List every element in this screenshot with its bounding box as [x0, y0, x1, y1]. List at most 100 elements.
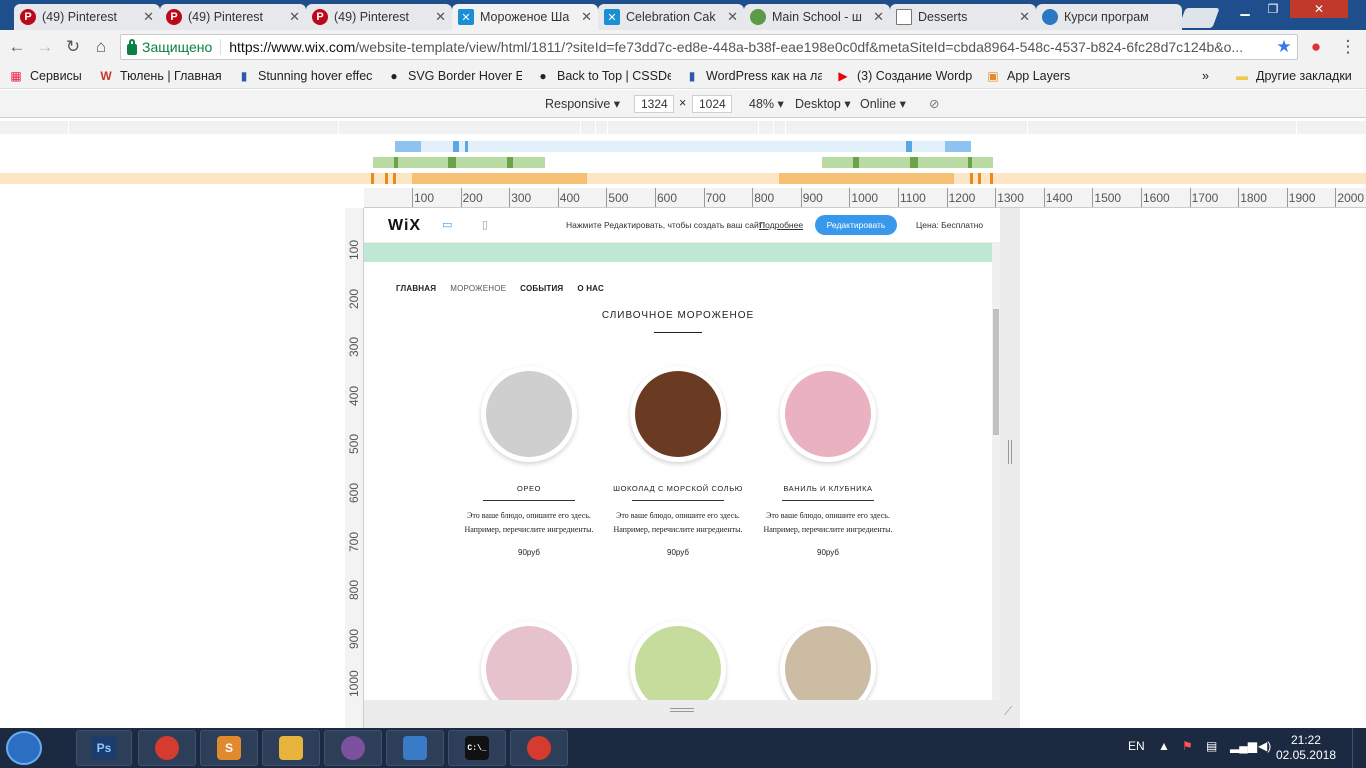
show-hidden-icons-icon[interactable]: ▲	[1158, 739, 1170, 753]
start-button[interactable]	[6, 731, 42, 765]
tab[interactable]: Main School - ш ✕	[744, 4, 890, 30]
back-arrow-icon[interactable]: ←	[6, 36, 28, 58]
reload-icon[interactable]: ↻	[62, 36, 84, 58]
site-nav: ГЛАВНАЯ МОРОЖЕНОЕ СОБЫТИЯ О НАС	[396, 284, 604, 293]
new-tab-button[interactable]	[1178, 8, 1220, 28]
product-image[interactable]	[481, 366, 577, 462]
tab[interactable]: Desserts ✕	[890, 4, 1036, 30]
mobile-view-icon[interactable]: ▯	[482, 218, 488, 231]
taskbar-app-chrome-2[interactable]	[510, 730, 568, 766]
device-width-bar[interactable]	[0, 121, 1366, 134]
wix-logo[interactable]: WiX	[388, 217, 421, 235]
tab[interactable]: P (49) Pinterest ✕	[14, 4, 160, 30]
nav-item-events[interactable]: СОБЫТИЯ	[520, 284, 563, 293]
bookmark-item[interactable]: ▮ WordPress как на ла	[684, 67, 822, 85]
ruler-label: 100	[347, 239, 361, 260]
taskbar-app-viber[interactable]	[324, 730, 382, 766]
tray-app-icon[interactable]: ▤	[1206, 739, 1217, 753]
edit-button[interactable]: Редактировать	[815, 215, 897, 235]
maximize-button[interactable]: ❐	[1260, 0, 1286, 18]
bookmark-item[interactable]: ● SVG Border Hover Ef	[386, 67, 522, 85]
taskbar-app-control-panel[interactable]	[386, 730, 444, 766]
resize-handle-right[interactable]	[1000, 208, 1020, 700]
minimize-button[interactable]: ▁	[1232, 0, 1258, 18]
bookmark-item[interactable]: ● Back to Top | CSSDe	[535, 67, 671, 85]
max-width-query-bar[interactable]	[0, 141, 1366, 152]
device-mode-select[interactable]: Responsive ▾	[545, 96, 620, 111]
home-icon[interactable]: ⌂	[90, 36, 112, 58]
product-card[interactable]: ВАНИЛЬ И КЛУБНИКА Это ваше блюдо, опишит…	[753, 366, 903, 557]
product-image[interactable]	[630, 621, 726, 700]
bookmarks-more-button[interactable]: »	[1202, 67, 1209, 85]
product-image[interactable]	[780, 621, 876, 700]
tab[interactable]: P (49) Pinterest ✕	[306, 4, 452, 30]
vertical-ruler: 100 200 300 400 500 600 700 800 900 1000	[345, 208, 364, 728]
close-icon[interactable]: ✕	[435, 9, 446, 25]
clock[interactable]: 21:22 02.05.2018	[1276, 733, 1336, 763]
bookmark-label: Back to Top | CSSDe	[557, 69, 671, 83]
taskbar-app-photoshop[interactable]: Ps	[76, 730, 132, 766]
product-card[interactable]	[454, 621, 604, 700]
forward-arrow-icon[interactable]: →	[34, 36, 56, 58]
bookmark-item[interactable]: W Тюлень | Главная	[98, 67, 230, 85]
signal-icon[interactable]: ▂▄▆	[1230, 739, 1257, 753]
taskbar-app-explorer[interactable]	[262, 730, 320, 766]
resize-handle-bottom[interactable]: ⟋	[364, 700, 1020, 728]
rotate-icon[interactable]: ⊘	[929, 96, 939, 111]
close-icon[interactable]: ✕	[143, 9, 154, 25]
min-max-query-bar[interactable]	[0, 157, 1366, 168]
address-bar[interactable]: Защищено https://www.wix.com/website-tem…	[120, 34, 1298, 60]
bookmark-item[interactable]: ▶ (3) Создание Wordp	[835, 67, 975, 85]
close-icon[interactable]: ✕	[727, 9, 738, 25]
zoom-select[interactable]: 48% ▾	[749, 96, 784, 111]
tab[interactable]: ✕ Celebration Cak ✕	[598, 4, 744, 30]
menu-icon[interactable]: ⋮	[1337, 36, 1359, 58]
product-card[interactable]	[753, 621, 903, 700]
nav-item-icecream[interactable]: МОРОЖЕНОЕ	[450, 284, 506, 293]
network-throttle-select[interactable]: Online ▾	[860, 96, 906, 111]
desktop-view-icon[interactable]: ▭	[442, 218, 452, 231]
nav-item-about[interactable]: О НАС	[577, 284, 604, 293]
bookmark-item[interactable]: ▮ Stunning hover effec	[236, 67, 374, 85]
close-icon[interactable]: ✕	[289, 9, 300, 25]
close-icon[interactable]: ✕	[581, 9, 592, 25]
tab-active[interactable]: ✕ Мороженое Ша ✕	[452, 4, 598, 30]
nav-item-home[interactable]: ГЛАВНАЯ	[396, 284, 436, 293]
bookmark-item[interactable]: ▣ App Layers	[985, 67, 1070, 85]
folder-icon: ▬	[1236, 69, 1248, 83]
product-card[interactable]: ОРЕО Это ваше блюдо, опишите его здесь. …	[454, 366, 604, 557]
bookmark-icon: ▮	[688, 69, 696, 83]
product-image[interactable]	[630, 366, 726, 462]
device-type-select[interactable]: Desktop ▾	[795, 96, 851, 111]
bookmark-item[interactable]: ▦ Сервисы	[8, 67, 81, 85]
product-card[interactable]	[603, 621, 753, 700]
height-input[interactable]: 1024	[692, 95, 732, 113]
taskbar-app-chrome[interactable]	[138, 730, 196, 766]
scrollbar-thumb[interactable]	[993, 309, 999, 435]
network-error-icon[interactable]: ⚑	[1182, 739, 1193, 753]
other-bookmarks[interactable]: ▬ Другие закладки	[1234, 67, 1352, 85]
more-info-link[interactable]: Подробнее	[759, 220, 803, 230]
corner-resize-icon[interactable]: ⟋	[1004, 704, 1012, 719]
tab[interactable]: Курси програм	[1036, 4, 1182, 30]
close-icon[interactable]: ✕	[1019, 9, 1030, 25]
product-description: Это ваше блюдо, опишите его здесь. Напри…	[763, 511, 893, 534]
show-desktop-button[interactable]	[1352, 728, 1366, 768]
page-scrollbar[interactable]	[992, 243, 1000, 700]
volume-icon[interactable]: ◀)	[1258, 739, 1271, 753]
opera-extension-icon[interactable]: ●	[1305, 36, 1327, 58]
product-card[interactable]: ШОКОЛАД С МОРСКОЙ СОЛЬЮ Это ваше блюдо, …	[603, 366, 753, 557]
language-indicator[interactable]: EN	[1128, 739, 1145, 753]
product-image[interactable]	[481, 621, 577, 700]
min-width-query-bar[interactable]	[0, 173, 1366, 184]
close-icon[interactable]: ✕	[873, 9, 884, 25]
star-icon[interactable]: ★	[1273, 36, 1295, 58]
close-window-button[interactable]: ✕	[1290, 0, 1348, 18]
width-input[interactable]: 1324	[634, 95, 674, 113]
taskbar-app-cmd[interactable]: C:\_	[448, 730, 506, 766]
tab[interactable]: P (49) Pinterest ✕	[160, 4, 306, 30]
secure-indicator[interactable]: Защищено	[127, 38, 222, 55]
bookmark-label: SVG Border Hover Ef	[408, 69, 522, 83]
product-image[interactable]	[780, 366, 876, 462]
taskbar-app-sublime[interactable]: S	[200, 730, 258, 766]
